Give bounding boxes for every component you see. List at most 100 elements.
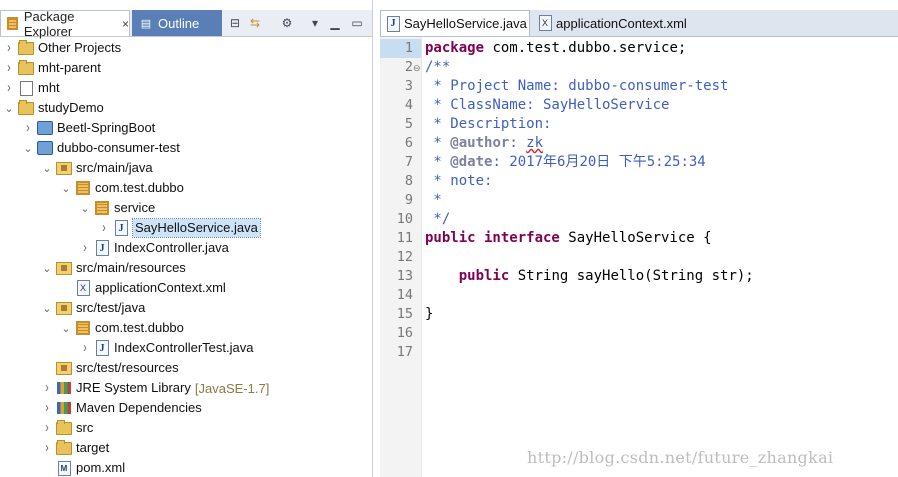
package-explorer-icon: [5, 16, 20, 32]
chevron-right-icon[interactable]: ›: [2, 80, 16, 96]
tree-item[interactable]: ⌄ com.test.dubbo: [59, 318, 184, 338]
link-with-editor-icon: ⇆: [249, 16, 261, 30]
tree-item[interactable]: ⌄ service: [78, 198, 155, 218]
chevron-right-icon[interactable]: ›: [21, 120, 35, 136]
tree-item[interactable]: src/test/resources: [40, 358, 179, 378]
line-number: 10: [396, 211, 413, 227]
tree-item-label: mht: [38, 80, 60, 95]
chevron-right-icon[interactable]: ›: [2, 40, 16, 56]
tree-item-label: IndexControllerTest.java: [114, 340, 254, 355]
focus-button[interactable]: ⚙: [278, 14, 296, 32]
tree-item-label: dubbo-consumer-test: [57, 140, 180, 155]
chevron-down-icon[interactable]: ⌄: [59, 322, 73, 335]
tree-item-label: src/main/java: [76, 160, 153, 175]
tab-package-explorer[interactable]: Package Explorer ×: [0, 9, 130, 39]
chevron-right-icon[interactable]: ›: [40, 440, 54, 456]
minimize-icon: ▁: [330, 16, 340, 30]
tree-item[interactable]: › mht-parent: [2, 58, 101, 78]
tree-item[interactable]: Mpom.xml: [40, 458, 125, 477]
editor-tab-label: applicationContext.xml: [556, 15, 687, 31]
chevron-right-icon[interactable]: ›: [40, 420, 54, 436]
code-line-9: *: [425, 192, 442, 208]
tree-item[interactable]: ⌄ src/main/resources: [40, 258, 186, 278]
tree-item[interactable]: ⌄ src/test/java: [40, 298, 145, 318]
line-number: 13: [396, 268, 413, 284]
source-folder-icon: [56, 300, 72, 316]
tab-outline[interactable]: ▤ Outline: [132, 10, 222, 36]
chevron-down-icon[interactable]: ⌄: [21, 142, 35, 155]
code-line-5: * Description:: [425, 116, 552, 132]
tree-item[interactable]: › target: [40, 438, 109, 458]
line-number: 5: [404, 116, 413, 132]
line-number: 4: [404, 97, 413, 113]
editor-tab-applicationcontext[interactable]: X applicationContext.xml: [533, 10, 693, 36]
code-line-7: * @date: 2017年6月20日 下午5:25:34: [425, 154, 706, 170]
tree-item[interactable]: › J SayHelloService.java: [97, 218, 261, 238]
chevron-right-icon[interactable]: ›: [97, 220, 111, 236]
java-editor: J SayHelloService.java X applicationCont…: [380, 0, 898, 477]
editor-tab-sayhelloservice[interactable]: J SayHelloService.java: [380, 10, 530, 36]
chevron-down-icon[interactable]: ⌄: [59, 182, 73, 195]
java-file-icon: J: [94, 240, 110, 256]
tree-item-label: Maven Dependencies: [76, 400, 202, 415]
code-line-10: */: [425, 211, 451, 227]
package-icon: [94, 200, 110, 216]
editor-tab-label: SayHelloService.java: [404, 16, 527, 31]
source-folder-icon: [56, 160, 72, 176]
tree-item[interactable]: › mht: [2, 78, 60, 98]
chevron-down-icon[interactable]: ⌄: [78, 202, 92, 215]
folder-icon: [18, 39, 34, 56]
close-icon[interactable]: ×: [122, 17, 129, 31]
tree-item-label: studyDemo: [38, 100, 104, 115]
chevron-down-icon[interactable]: ⌄: [40, 302, 54, 315]
package-icon: [75, 320, 91, 336]
tree-item[interactable]: ⌄ com.test.dubbo: [59, 178, 184, 198]
project-icon: [37, 120, 53, 136]
code-area[interactable]: 1 2 3 4 5 6 7 8 9 10 11 12 13 14 15 16 17 ⊖ package com.…: [380, 37, 898, 477]
tree-item-label: IndexController.java: [114, 240, 229, 255]
chevron-right-icon[interactable]: ›: [40, 380, 54, 396]
tree-item[interactable]: XapplicationContext.xml: [59, 278, 226, 298]
view-menu-button[interactable]: ▾: [306, 14, 324, 32]
tree-item-label: pom.xml: [76, 460, 126, 475]
tree-item[interactable]: › J IndexController.java: [78, 238, 229, 258]
tree-item-label: com.test.dubbo: [95, 320, 184, 335]
tree-item[interactable]: › Beetl-SpringBoot: [21, 118, 155, 138]
chevron-down-icon[interactable]: ⌄: [40, 262, 54, 275]
chevron-down-icon[interactable]: ⌄: [40, 162, 54, 175]
chevron-right-icon[interactable]: ›: [40, 400, 54, 416]
chevron-right-icon[interactable]: ›: [2, 60, 16, 76]
file-icon: [18, 80, 34, 96]
line-number: 15: [396, 306, 413, 322]
line-number: 12: [396, 249, 413, 265]
java-file-icon: J: [113, 220, 129, 236]
chevron-down-icon[interactable]: ⌄: [2, 102, 16, 115]
tree-item[interactable]: › JRE System Library [JavaSE-1.7]: [40, 378, 269, 398]
package-icon: [75, 180, 91, 196]
tree-item-label: src/main/resources: [76, 260, 186, 275]
fold-icon[interactable]: ⊖: [413, 63, 421, 74]
line-number: 14: [396, 287, 413, 303]
maximize-icon: ▭: [351, 16, 363, 30]
folder-icon: [18, 59, 34, 76]
tree-item[interactable]: ⌄ dubbo-consumer-test: [21, 138, 180, 158]
folder-icon: [56, 419, 72, 436]
code-line-15: }: [425, 306, 434, 322]
tree-item-label: JRE System Library: [76, 380, 191, 395]
line-number: 11: [396, 230, 413, 246]
chevron-right-icon[interactable]: ›: [78, 340, 92, 356]
project-tree: › Other Projects › mht-parent › mht ⌄ studyDemo…: [0, 38, 372, 477]
maximize-button[interactable]: ▭: [348, 14, 366, 32]
tree-item[interactable]: › src: [40, 418, 93, 438]
tree-item[interactable]: › J IndexControllerTest.java: [78, 338, 253, 358]
library-icon: [56, 400, 72, 416]
source-folder-icon: [56, 360, 72, 376]
tree-item[interactable]: › Other Projects: [2, 38, 121, 58]
tree-item[interactable]: › Maven Dependencies: [40, 398, 202, 418]
tree-item[interactable]: ⌄ studyDemo: [2, 98, 104, 118]
link-with-editor-button[interactable]: ⇆: [246, 14, 264, 32]
tree-item[interactable]: ⌄ src/main/java: [40, 158, 153, 178]
minimize-button[interactable]: ▁: [326, 14, 344, 32]
chevron-right-icon[interactable]: ›: [78, 240, 92, 256]
collapse-all-button[interactable]: ⊟: [226, 14, 244, 32]
